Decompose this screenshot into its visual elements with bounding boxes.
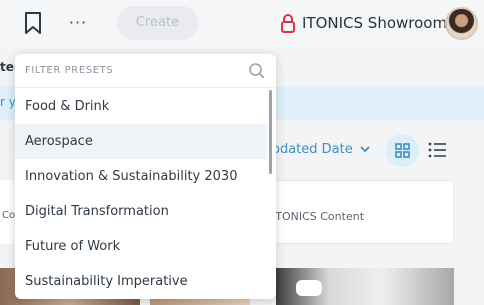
card-image[interactable] [276, 268, 454, 305]
top-bar: ··· Create ITONICS Showroom [0, 0, 484, 47]
image-detail [296, 280, 322, 296]
info-banner-text: r y [0, 95, 16, 109]
search-icon[interactable] [248, 62, 266, 80]
filter-presets-title: FILTER PRESETS [25, 65, 114, 76]
preset-item-digital-transformation[interactable]: Digital Transformation [15, 194, 267, 229]
preset-item-future-of-work[interactable]: Future of Work [15, 229, 267, 264]
card-source: ITONICS Content [272, 210, 365, 223]
grid-view-button[interactable] [386, 134, 419, 167]
bookmark-icon[interactable] [22, 11, 44, 35]
preset-item-innovation-sustainability-2030[interactable]: Innovation & Sustainability 2030 [15, 159, 267, 194]
chevron-down-icon [360, 146, 370, 153]
card-source-fragment: Co [2, 210, 16, 221]
more-options-icon[interactable]: ··· [66, 12, 90, 34]
dropdown-header: FILTER PRESETS [15, 54, 276, 88]
preset-item-aerospace[interactable]: Aerospace [15, 124, 267, 159]
preset-item-sustainability-imperative[interactable]: Sustainability Imperative [15, 264, 267, 299]
dropdown-scrollbar[interactable] [269, 90, 272, 174]
workspace-name[interactable]: ITONICS Showroom [302, 12, 447, 34]
grid-icon [395, 143, 410, 158]
sort-dropdown[interactable]: odated Date [272, 142, 370, 157]
filter-presets-dropdown: FILTER PRESETS Food & Drink Aerospace In… [15, 54, 276, 299]
create-button[interactable]: Create [117, 6, 198, 40]
lock-icon [281, 14, 295, 33]
avatar[interactable] [445, 7, 478, 40]
preset-item-food-drink[interactable]: Food & Drink [15, 89, 267, 124]
list-view-icon[interactable] [428, 142, 446, 158]
sort-label: odated Date [272, 142, 353, 157]
